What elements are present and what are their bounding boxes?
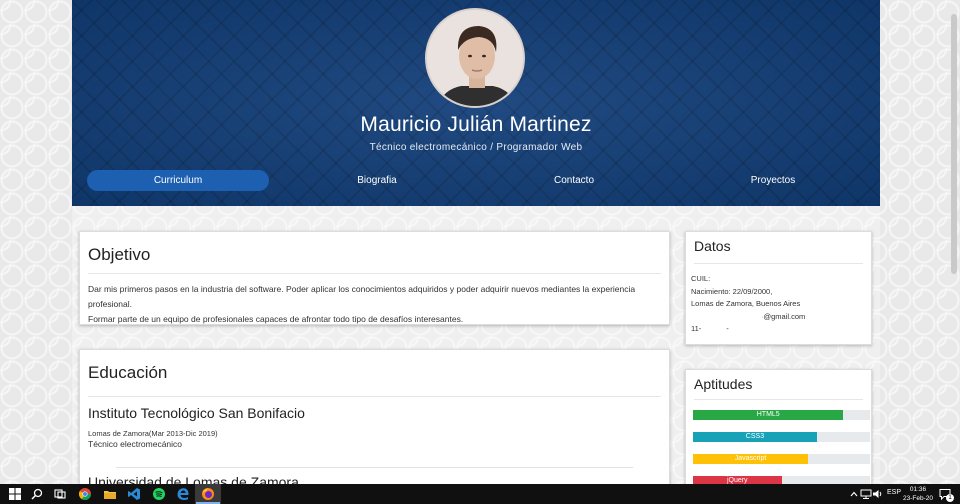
search-icon[interactable]: [30, 487, 44, 501]
notification-count-badge: 1: [946, 494, 954, 502]
task-view-icon[interactable]: [53, 487, 67, 501]
datos-nacimiento: Nacimiento: 22/09/2000,: [691, 286, 773, 296]
page-scrollbar[interactable]: [948, 0, 960, 484]
objetivo-text: Dar mis primeros pasos en la industria d…: [88, 282, 663, 327]
language-indicator[interactable]: ESP: [887, 489, 901, 496]
education-place-dates: Lomas de Zamora(Mar 2013-Dic 2019): [88, 429, 218, 438]
profile-name: Mauricio Julián Martinez: [360, 113, 592, 136]
tab-biografia[interactable]: Biografia: [286, 170, 468, 191]
divider: [694, 399, 863, 400]
aptitudes-title: Aptitudes: [694, 376, 753, 392]
objetivo-card: Objetivo Dar mis primeros pasos en la in…: [79, 231, 670, 325]
datos-ciudad: Lomas de Zamora, Buenos Aires: [691, 299, 801, 308]
objetivo-line-2: Formar parte de un equipo de profesional…: [88, 314, 464, 324]
chrome-icon[interactable]: [78, 487, 92, 501]
objetivo-line-1: Dar mis primeros pasos en la industria d…: [88, 284, 636, 309]
tab-proyectos[interactable]: Proyectos: [682, 170, 864, 191]
skill-row: Javascript: [693, 454, 870, 464]
profile-header: Mauricio Julián Martinez Técnico electro…: [72, 0, 880, 206]
windows-start-icon[interactable]: [8, 487, 22, 501]
skill-row: jQuery: [693, 476, 870, 484]
scrollbar-thumb[interactable]: [951, 14, 957, 274]
tab-contacto[interactable]: Contacto: [483, 170, 665, 191]
educacion-card: Educación Instituto Tecnológico San Boni…: [79, 349, 670, 484]
spotify-icon[interactable]: [152, 487, 166, 501]
educacion-title: Educación: [88, 363, 168, 382]
aptitudes-card: Aptitudes HTML5 CSS3 Javascript jQuery: [685, 369, 872, 484]
skill-bar-css3: CSS3: [693, 432, 817, 442]
datos-email: ·@gmail.com: [761, 311, 806, 321]
avatar: [425, 8, 525, 108]
education-degree: Técnico electromecánico: [88, 439, 183, 449]
datos-cuil: CUIL:: [691, 274, 711, 283]
objetivo-title: Objetivo: [88, 245, 151, 264]
datos-phone: 11- -: [691, 323, 869, 336]
vscode-icon[interactable]: [127, 487, 141, 501]
datos-card: Datos CUIL: Nacimiento: 22/09/2000, Loma…: [685, 231, 872, 345]
clock-date: 23-Feb-20: [903, 495, 933, 502]
education-school: Universidad de Lomas de Zamora: [88, 474, 299, 484]
clock-time: 01:36: [909, 486, 927, 493]
datos-list: CUIL: Nacimiento: 22/09/2000, Lomas de Z…: [691, 273, 869, 336]
datos-title: Datos: [694, 238, 731, 254]
divider: [694, 263, 863, 264]
tab-curriculum[interactable]: Curriculum: [87, 170, 269, 191]
skill-bar-javascript: Javascript: [693, 454, 809, 464]
firefox-icon[interactable]: [201, 487, 215, 501]
divider: [88, 396, 661, 397]
edge-icon[interactable]: [176, 487, 190, 501]
phone-prefix: 11-: [691, 324, 702, 333]
avatar-photo: [427, 10, 523, 106]
divider: [116, 467, 633, 468]
file-explorer-icon[interactable]: [103, 487, 117, 501]
divider: [88, 273, 661, 274]
education-school: Instituto Tecnológico San Bonifacio: [88, 405, 305, 421]
skill-bar-jquery: jQuery: [693, 476, 782, 484]
skill-row: HTML5: [693, 410, 870, 420]
email-domain: @gmail.com: [763, 311, 806, 321]
skill-bar-html5: HTML5: [693, 410, 844, 420]
taskbar: ESP 01:36 23-Feb-20 1: [0, 484, 960, 504]
profile-subtitle: Técnico electromecánico / Programador We…: [369, 142, 583, 153]
page: Mauricio Julián Martinez Técnico electro…: [72, 0, 880, 484]
clock[interactable]: 01:36 23-Feb-20: [900, 485, 936, 503]
skill-row: CSS3: [693, 432, 870, 442]
phone-dash: -: [726, 324, 729, 333]
volume-icon[interactable]: [871, 487, 885, 501]
